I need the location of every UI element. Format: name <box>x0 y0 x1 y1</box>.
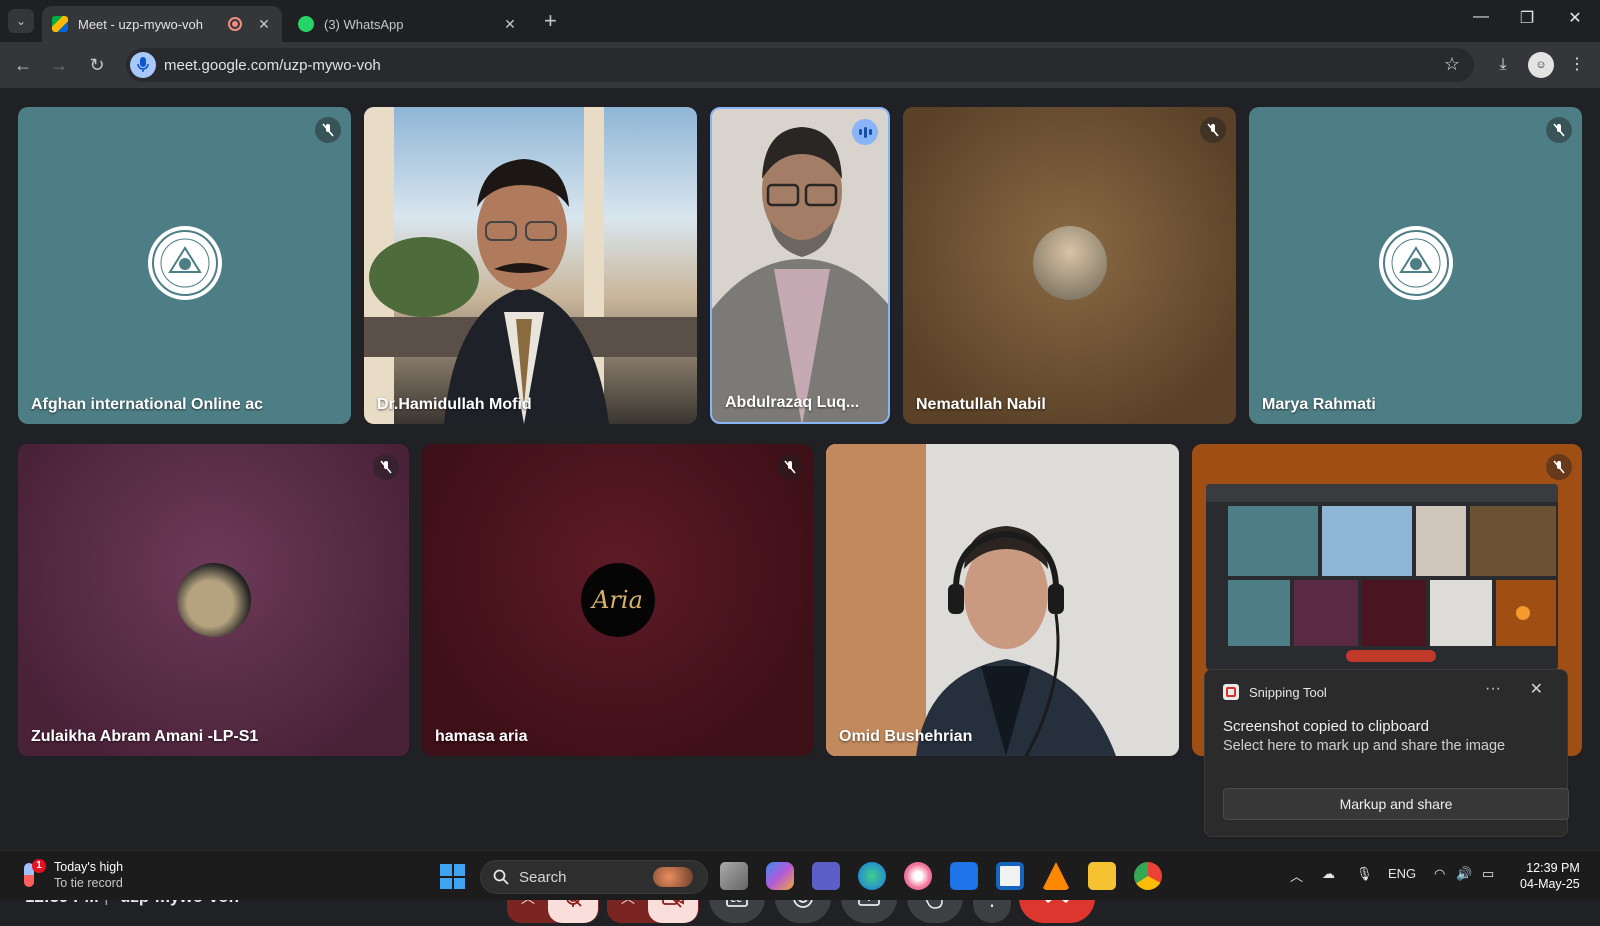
whatsapp-favicon-icon <box>298 16 314 32</box>
close-tab-icon[interactable]: ✕ <box>256 16 272 33</box>
music-app-icon[interactable] <box>904 862 932 890</box>
tab-title: Meet - uzp-mywo-voh <box>78 16 203 32</box>
participant-video <box>364 107 697 424</box>
participant-name: Zulaikha Abram Amani -LP-S1 <box>31 728 259 745</box>
avatar-text: Aria <box>592 586 643 614</box>
participant-avatar <box>176 563 251 637</box>
search-highlight-image <box>653 867 693 887</box>
snipping-tool-icon <box>1223 684 1239 700</box>
recording-indicator-icon <box>228 17 242 31</box>
profile-avatar[interactable]: ☺ <box>1528 52 1554 78</box>
forward-arrow-icon[interactable]: → <box>46 52 72 78</box>
file-explorer-icon[interactable] <box>1088 862 1116 890</box>
tab-meet[interactable]: Meet - uzp-mywo-voh ✕ <box>42 6 282 42</box>
snipping-tool-notification[interactable]: Snipping Tool ··· ✕ Screenshot copied to… <box>1204 669 1569 837</box>
weather-widget[interactable]: 1 Today's high To tie record <box>20 859 123 891</box>
store-icon[interactable] <box>996 862 1024 890</box>
clock-date: 04-May-25 <box>1520 877 1580 891</box>
microphone-off-icon <box>1546 117 1572 143</box>
windows-taskbar: 1 Today's high To tie record Search ︿ ☁ … <box>0 850 1600 900</box>
participant-tile[interactable]: Nematullah Nabil <box>903 107 1236 424</box>
tab-title: (3) WhatsApp <box>324 16 404 32</box>
browser-toolbar: ← → ↻ meet.google.com/uzp-mywo-voh ☆ ⤓ ☺… <box>0 42 1600 88</box>
bookmark-star-icon[interactable]: ☆ <box>1444 54 1460 75</box>
participant-name: hamasa aria <box>435 728 528 745</box>
restore-window-button[interactable]: ❐ <box>1512 8 1542 28</box>
markup-and-share-button[interactable]: Markup and share <box>1223 788 1569 820</box>
back-arrow-icon[interactable]: ← <box>10 52 36 78</box>
notification-title: Screenshot copied to clipboard <box>1223 718 1429 735</box>
microphone-off-icon <box>373 454 399 480</box>
teams-icon[interactable] <box>812 862 840 890</box>
search-icon <box>493 869 509 885</box>
organization-logo-avatar <box>1378 225 1453 300</box>
system-clock[interactable]: 12:39 PM 04-May-25 <box>1520 860 1580 892</box>
task-view-icon[interactable] <box>720 862 748 890</box>
browser-menu-icon[interactable]: ⋮ <box>1564 52 1590 78</box>
tab-whatsapp[interactable]: (3) WhatsApp ✕ <box>288 6 528 42</box>
participant-avatar <box>1032 225 1107 300</box>
microphone-off-icon <box>777 454 803 480</box>
input-language[interactable]: ENG <box>1388 866 1416 881</box>
google-meet-favicon-icon <box>52 16 68 32</box>
thermometer-icon: 1 <box>20 859 46 889</box>
new-tab-button[interactable]: + <box>544 8 557 34</box>
participant-name: Nematullah Nabil <box>916 396 1046 413</box>
show-hidden-icons-chevron-up-icon[interactable]: ︿ <box>1290 866 1303 885</box>
edge-icon[interactable] <box>858 862 886 890</box>
clock-time: 12:39 PM <box>1526 861 1580 875</box>
copilot-icon[interactable] <box>766 862 794 890</box>
speaking-indicator-icon <box>852 119 878 145</box>
download-icon[interactable]: ⤓ <box>1490 52 1516 78</box>
close-tab-icon[interactable]: ✕ <box>502 16 518 33</box>
onedrive-offline-icon[interactable]: ☁ <box>1322 866 1335 882</box>
organization-logo-avatar <box>147 225 222 300</box>
notification-app-name: Snipping Tool <box>1249 684 1327 700</box>
participant-name: Dr.Hamidullah Mofid <box>377 396 532 413</box>
participant-tile-active-speaker[interactable]: Abdulrazaq Luq... <box>710 107 890 424</box>
participant-video <box>826 444 1179 756</box>
wifi-icon[interactable]: ◠ <box>1434 866 1445 882</box>
volume-icon[interactable]: 🔊 <box>1456 866 1472 882</box>
url-text: meet.google.com/uzp-mywo-voh <box>164 57 381 74</box>
windows-start-icon[interactable] <box>440 864 465 889</box>
participant-video <box>712 109 888 422</box>
participant-tile[interactable]: Zulaikha Abram Amani -LP-S1 <box>18 444 409 756</box>
microphone-in-use-icon[interactable] <box>130 52 156 78</box>
participant-tile[interactable]: Aria hamasa aria <box>422 444 813 756</box>
reload-icon[interactable]: ↻ <box>84 52 110 78</box>
weather-detail: To tie record <box>54 876 123 890</box>
browser-tab-strip: ⌄ Meet - uzp-mywo-voh ✕ (3) WhatsApp ✕ +… <box>0 0 1600 42</box>
battery-icon[interactable]: ▭ <box>1482 866 1494 882</box>
close-window-button[interactable]: ✕ <box>1560 8 1590 28</box>
vlc-icon[interactable] <box>1042 862 1070 890</box>
participant-name: Abdulrazaq Luq... <box>725 394 860 411</box>
participant-tile[interactable]: Dr.Hamidullah Mofid <box>364 107 697 424</box>
microphone-off-icon <box>1200 117 1226 143</box>
participant-name: Marya Rahmati <box>1262 396 1376 413</box>
minimize-window-button[interactable]: — <box>1466 8 1496 26</box>
microphone-off-icon <box>1546 454 1572 480</box>
microphone-tray-icon[interactable]: 🎙 <box>1356 866 1373 882</box>
weather-alert-badge: 1 <box>32 859 46 873</box>
participant-name: Afghan international Online ac <box>31 396 264 413</box>
taskbar-search-box[interactable]: Search <box>480 860 708 894</box>
notification-close-icon[interactable]: ✕ <box>1530 679 1543 699</box>
participant-avatar: Aria <box>580 563 655 637</box>
address-bar[interactable]: meet.google.com/uzp-mywo-voh ☆ <box>126 48 1474 82</box>
search-label: Search <box>519 868 567 886</box>
participant-tile[interactable]: Omid Bushehrian <box>826 444 1179 756</box>
app-3-icon[interactable] <box>950 862 978 890</box>
shared-screen-thumbnail <box>1206 484 1558 670</box>
notification-body: Select here to mark up and share the ima… <box>1223 738 1506 754</box>
participant-name: Omid Bushehrian <box>839 728 973 745</box>
tab-search-button[interactable]: ⌄ <box>8 9 34 33</box>
weather-headline: Today's high <box>54 860 124 874</box>
notification-more-icon[interactable]: ··· <box>1485 680 1501 698</box>
notification-app: Snipping Tool <box>1223 684 1327 700</box>
participant-tile[interactable]: Marya Rahmati <box>1249 107 1582 424</box>
chrome-icon[interactable] <box>1134 862 1162 890</box>
participant-tile[interactable]: Afghan international Online ac <box>18 107 351 424</box>
microphone-off-icon <box>315 117 341 143</box>
